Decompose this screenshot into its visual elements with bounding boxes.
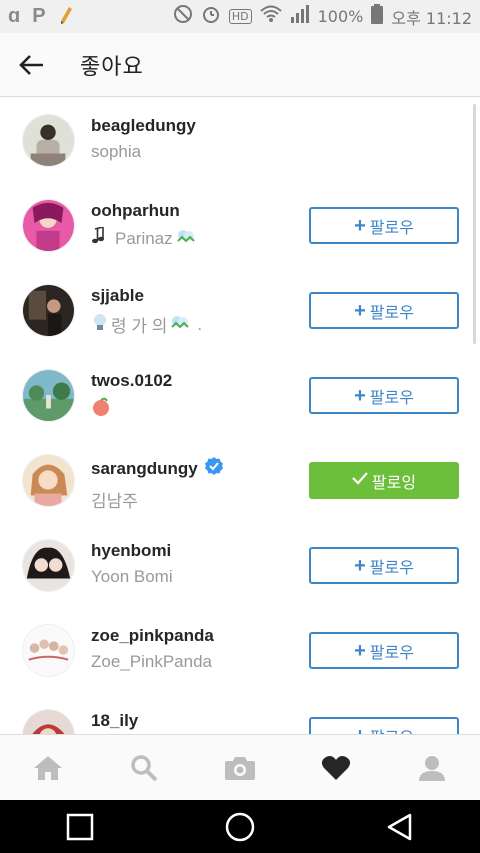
status-bar: ɑ P HD 100% 오후 11:12 bbox=[0, 0, 480, 33]
camera-icon bbox=[225, 756, 255, 780]
list-item[interactable]: oohparhun Parinaz + 팔로우 bbox=[0, 183, 480, 268]
triangle-back-icon bbox=[387, 813, 412, 840]
pencil-icon bbox=[58, 4, 74, 29]
full-name: Zoe_PinkPanda bbox=[91, 652, 212, 671]
username[interactable]: twos.0102 bbox=[91, 371, 172, 391]
light-bulb-icon bbox=[91, 312, 109, 337]
full-name-group bbox=[91, 397, 172, 422]
signal-icon bbox=[290, 5, 310, 28]
verified-badge-icon bbox=[204, 456, 224, 481]
p-app-notification-icon: P bbox=[32, 5, 46, 27]
plus-icon: + bbox=[354, 554, 366, 577]
avatar[interactable] bbox=[22, 454, 75, 507]
avatar[interactable] bbox=[22, 199, 75, 252]
music-notes-icon bbox=[91, 225, 113, 250]
bottom-tab-bar bbox=[0, 734, 480, 800]
likers-list[interactable]: beagledungy sophia oohparhun Parinaz + 팔… bbox=[0, 98, 480, 734]
following-button-label: 팔로잉 bbox=[371, 474, 417, 492]
app-notification-icon: ɑ bbox=[8, 5, 21, 27]
follow-button[interactable]: + 팔로우 bbox=[309, 717, 459, 734]
weather-emoji-icon bbox=[169, 313, 191, 336]
circle-icon bbox=[225, 812, 255, 841]
heart-icon bbox=[321, 755, 351, 780]
username[interactable]: 18_ily bbox=[91, 711, 138, 731]
back-button[interactable] bbox=[0, 33, 64, 97]
plus-icon: + bbox=[354, 726, 366, 735]
follow-button[interactable]: + 팔로우 bbox=[309, 292, 459, 329]
battery-icon bbox=[371, 4, 384, 29]
username[interactable]: hyenbomi bbox=[91, 541, 173, 561]
plus-icon: + bbox=[354, 639, 366, 662]
full-name: 령 가 의 bbox=[111, 317, 168, 336]
following-button[interactable]: 팔로잉 bbox=[309, 462, 459, 499]
tab-activity[interactable] bbox=[306, 738, 366, 798]
follow-button-label: 팔로우 bbox=[369, 389, 414, 407]
block-icon bbox=[173, 4, 193, 29]
list-item[interactable]: twos.0102 + 팔로우 bbox=[0, 353, 480, 438]
list-item[interactable]: hyenbomi Yoon Bomi + 팔로우 bbox=[0, 523, 480, 608]
follow-button-label: 팔로우 bbox=[369, 304, 414, 322]
dot-mark: . bbox=[197, 314, 203, 334]
full-name: sophia bbox=[91, 142, 142, 161]
avatar[interactable] bbox=[22, 709, 75, 734]
follow-button[interactable]: + 팔로우 bbox=[309, 632, 459, 669]
tab-home[interactable] bbox=[18, 738, 78, 798]
back-nav-button[interactable] bbox=[370, 800, 430, 853]
list-item[interactable]: beagledungy sophia bbox=[0, 98, 480, 183]
peach-icon bbox=[91, 397, 111, 422]
recent-apps-button[interactable] bbox=[50, 800, 110, 853]
full-name-group: 령 가 의 . bbox=[91, 312, 202, 337]
list-item[interactable]: 18_ily + 팔로우 bbox=[0, 693, 480, 734]
username[interactable]: oohparhun bbox=[91, 201, 197, 221]
full-name-group: Parinaz bbox=[91, 225, 197, 250]
wifi-icon bbox=[259, 5, 282, 28]
alarm-icon bbox=[201, 4, 221, 29]
square-icon bbox=[66, 813, 94, 840]
follow-button-label: 팔로우 bbox=[369, 219, 414, 237]
check-icon bbox=[352, 471, 368, 490]
follow-button-label: 팔로우 bbox=[369, 644, 414, 662]
tab-camera[interactable] bbox=[210, 738, 270, 798]
tab-profile[interactable] bbox=[402, 738, 462, 798]
tab-search[interactable] bbox=[114, 738, 174, 798]
list-item[interactable]: zoe_pinkpanda Zoe_PinkPanda + 팔로우 bbox=[0, 608, 480, 693]
battery-percent: 100% bbox=[317, 7, 364, 26]
username[interactable]: beagledungy bbox=[91, 116, 196, 136]
back-arrow-icon bbox=[19, 54, 43, 75]
full-name: 김남주 bbox=[91, 492, 138, 511]
profile-icon bbox=[419, 755, 445, 781]
plus-icon: + bbox=[354, 299, 366, 322]
plus-icon: + bbox=[354, 384, 366, 407]
full-name: Yoon Bomi bbox=[91, 567, 173, 586]
avatar[interactable] bbox=[22, 539, 75, 592]
search-icon bbox=[131, 754, 158, 781]
plus-icon: + bbox=[354, 214, 366, 237]
full-name: Parinaz bbox=[115, 228, 173, 248]
follow-button[interactable]: + 팔로우 bbox=[309, 207, 459, 244]
clock: 오후 11:12 bbox=[391, 8, 472, 28]
follow-button[interactable]: + 팔로우 bbox=[309, 547, 459, 584]
home-button[interactable] bbox=[210, 800, 270, 853]
avatar[interactable] bbox=[22, 284, 75, 337]
avatar[interactable] bbox=[22, 369, 75, 422]
home-icon bbox=[34, 755, 62, 780]
username[interactable]: zoe_pinkpanda bbox=[91, 626, 214, 646]
system-nav-bar bbox=[0, 800, 480, 853]
username[interactable]: sjjable bbox=[91, 286, 202, 306]
follow-button-label: 팔로우 bbox=[370, 724, 414, 735]
list-item[interactable]: sarangdungy 김남주 팔로잉 bbox=[0, 438, 480, 523]
follow-button[interactable]: + 팔로우 bbox=[309, 377, 459, 414]
list-item[interactable]: sjjable 령 가 의 . + 팔로우 bbox=[0, 268, 480, 353]
avatar[interactable] bbox=[22, 114, 75, 167]
follow-button-label: 팔로우 bbox=[369, 559, 414, 577]
username[interactable]: sarangdungy bbox=[91, 459, 198, 479]
avatar[interactable] bbox=[22, 624, 75, 677]
username-group: sarangdungy bbox=[91, 456, 224, 481]
header-bar: 좋아요 bbox=[0, 33, 480, 97]
hd-badge: HD bbox=[228, 9, 252, 24]
page-title: 좋아요 bbox=[80, 53, 144, 79]
weather-emoji-icon bbox=[175, 227, 197, 250]
